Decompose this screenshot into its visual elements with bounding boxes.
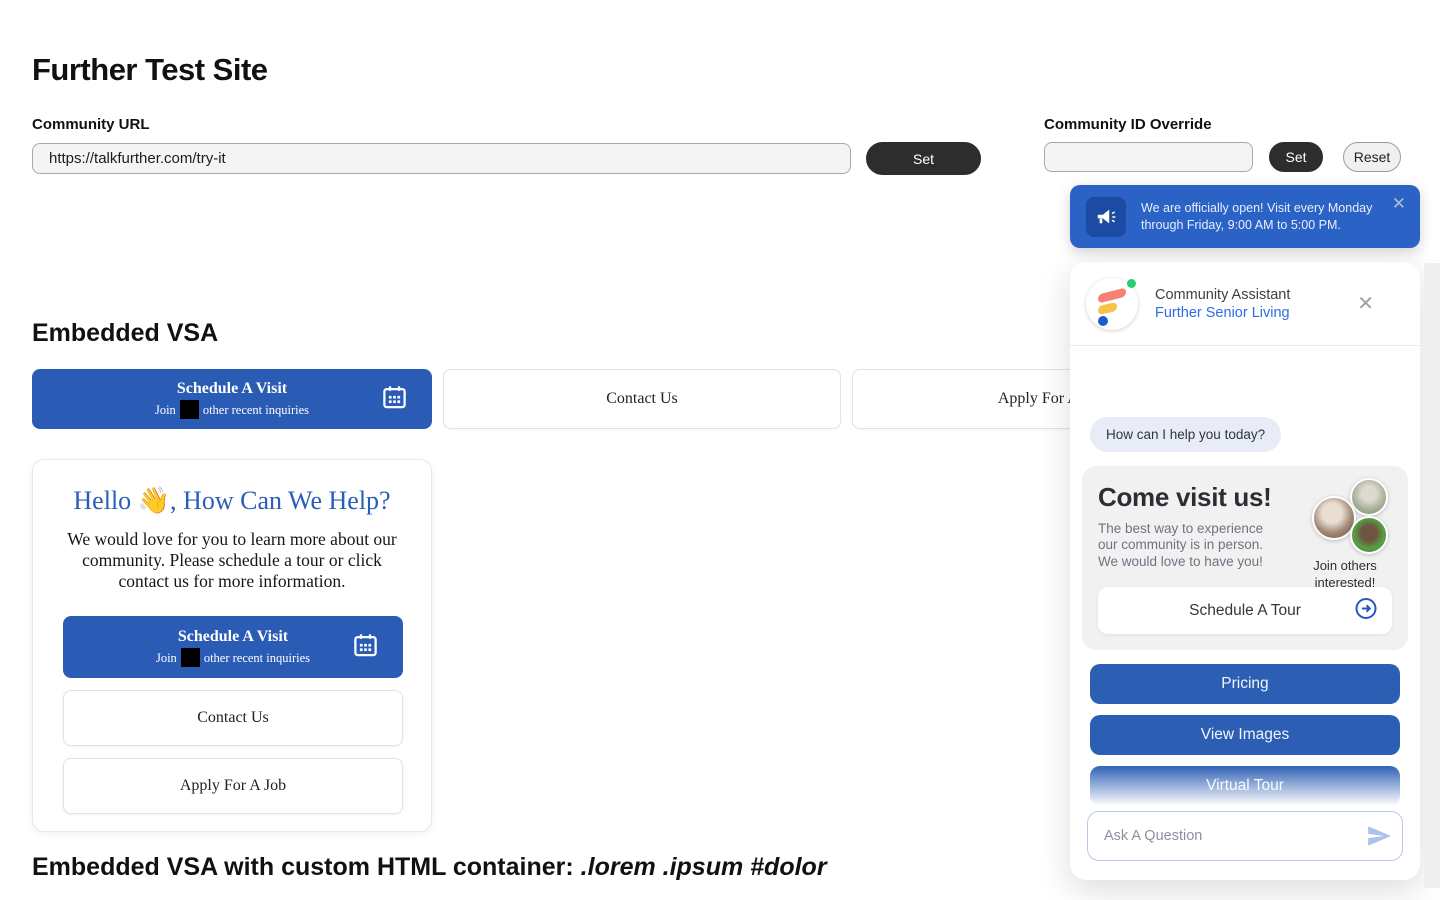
visitor-avatars xyxy=(1312,478,1392,556)
announcement-close-icon[interactable]: ✕ xyxy=(1392,194,1406,214)
calendar-icon xyxy=(352,632,379,663)
schedule-visit-subtitle: Joinother recent inquiries xyxy=(155,400,309,419)
megaphone-icon xyxy=(1086,197,1126,237)
card-schedule-visit-subtitle: Joinother recent inquiries xyxy=(156,648,310,667)
announcement-text: We are officially open! Visit every Mond… xyxy=(1141,200,1381,234)
chat-header: Community Assistant Further Senior Livin… xyxy=(1070,262,1420,346)
vsa-hello-card: Hello 👋, How Can We Help? We would love … xyxy=(32,459,432,832)
quick-reply-buttons: Pricing View Images Virtual Tour xyxy=(1090,664,1400,806)
come-visit-card: Come visit us! The best way to experienc… xyxy=(1082,466,1408,650)
arrow-circle-icon xyxy=(1354,596,1378,625)
hello-card-heading: Hello 👋, How Can We Help? xyxy=(63,486,401,516)
page-title: Further Test Site xyxy=(32,0,1440,88)
pricing-button[interactable]: Pricing xyxy=(1090,664,1400,704)
online-status-dot xyxy=(1127,279,1136,288)
custom-container-selectors: .lorem .ipsum #dolor xyxy=(581,853,827,881)
come-visit-body: The best way to experience our community… xyxy=(1098,521,1276,570)
assistant-title: Community Assistant xyxy=(1155,287,1290,303)
form-section: Community URL Set Community ID Override … xyxy=(32,116,1440,191)
schedule-visit-title: Schedule A Visit xyxy=(177,380,287,398)
community-url-set-button[interactable]: Set xyxy=(866,142,981,175)
community-link[interactable]: Further Senior Living xyxy=(1155,305,1290,321)
vsa-button-row: Schedule A Visit Joinother recent inquir… xyxy=(32,369,1251,429)
community-id-group: Community ID Override Set Reset xyxy=(1044,116,1401,172)
view-images-button[interactable]: View Images xyxy=(1090,715,1400,755)
redacted-count xyxy=(180,400,199,419)
card-contact-us-button[interactable]: Contact Us xyxy=(63,690,403,746)
community-id-set-button[interactable]: Set xyxy=(1269,142,1323,172)
community-logo-icon xyxy=(1086,278,1138,330)
send-icon[interactable] xyxy=(1366,823,1392,852)
chat-body: How can I help you today? Come visit us!… xyxy=(1070,346,1420,879)
contact-us-button[interactable]: Contact Us xyxy=(443,369,841,429)
chat-close-icon[interactable]: ✕ xyxy=(1357,291,1374,316)
hello-card-body: We would love for you to learn more abou… xyxy=(63,529,401,592)
avatar xyxy=(1350,516,1388,554)
card-apply-job-button[interactable]: Apply For A Job xyxy=(63,758,403,814)
widget-scrollbar[interactable] xyxy=(1424,263,1440,888)
schedule-visit-button[interactable]: Schedule A Visit Joinother recent inquir… xyxy=(32,369,432,429)
chat-widget: Community Assistant Further Senior Livin… xyxy=(1070,262,1420,880)
avatar xyxy=(1350,478,1388,516)
calendar-icon xyxy=(381,384,408,415)
ask-question-input[interactable] xyxy=(1087,811,1403,861)
community-id-input[interactable] xyxy=(1044,142,1253,172)
community-id-reset-button[interactable]: Reset xyxy=(1343,142,1401,172)
assistant-message-bubble: How can I help you today? xyxy=(1090,417,1281,452)
community-id-label: Community ID Override xyxy=(1044,116,1401,133)
card-schedule-visit-title: Schedule A Visit xyxy=(178,628,288,646)
community-url-input[interactable] xyxy=(32,143,851,174)
schedule-tour-button[interactable]: Schedule A Tour xyxy=(1098,587,1392,634)
announcement-banner: We are officially open! Visit every Mond… xyxy=(1070,185,1420,248)
card-schedule-visit-button[interactable]: Schedule A Visit Joinother recent inquir… xyxy=(63,616,403,678)
redacted-count xyxy=(181,648,200,667)
virtual-tour-button[interactable]: Virtual Tour xyxy=(1090,766,1400,806)
chat-input-bar xyxy=(1070,811,1420,879)
